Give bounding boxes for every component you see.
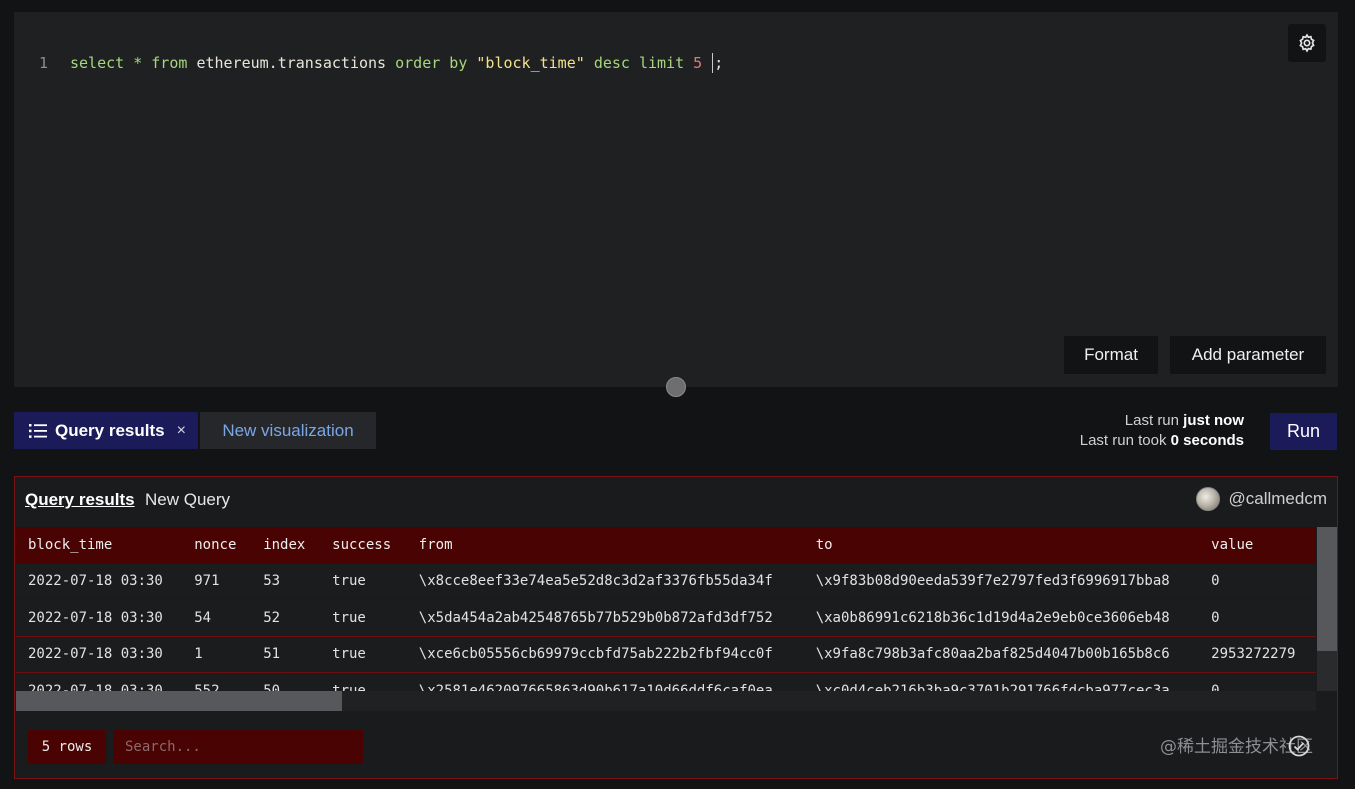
last-run-took-value: 0 seconds	[1170, 432, 1244, 449]
column-header-to[interactable]: to	[804, 527, 1199, 563]
sql-token: *	[133, 54, 143, 72]
sql-token: from	[151, 54, 188, 72]
author[interactable]: @callmedcm	[1195, 487, 1328, 511]
table-cell-block-time: 2022-07-18 03:30	[28, 573, 163, 590]
close-icon[interactable]: ×	[177, 422, 186, 440]
table-cell-block-time: 2022-07-18 03:30	[28, 609, 163, 626]
table-header-row: block_time nonce index success from to value	[16, 527, 1316, 563]
run-button[interactable]: Run	[1270, 413, 1337, 450]
sql-token: limit	[638, 54, 685, 72]
results-table-container[interactable]: block_time nonce index success from to value 2…	[16, 527, 1316, 691]
last-run-info: Last run just now Last run took 0 second…	[1080, 411, 1244, 451]
avatar	[1195, 487, 1220, 511]
tab-query-results-label: Query results	[55, 420, 165, 440]
table-row[interactable]: 2022-07-18 03:30 54 52 true \x5da454a2ab4254…	[16, 599, 1316, 636]
search-input[interactable]	[113, 730, 363, 764]
horizontal-scrollbar[interactable]	[16, 691, 1316, 711]
table-cell-success: true	[332, 646, 366, 663]
results-panel: Query results New Query @callmedcm block…	[14, 476, 1338, 779]
sql-token: "block_time"	[476, 54, 585, 72]
table-row[interactable]: 2022-07-18 03:30 1 51 true \xce6cb05556cb699…	[16, 636, 1316, 673]
horizontal-scrollbar-thumb[interactable]	[16, 691, 342, 711]
gear-icon	[1299, 33, 1315, 53]
editor-settings-button[interactable]	[1288, 24, 1326, 62]
table-row[interactable]: 2022-07-18 03:30 552 50 true \x2581e46209766…	[16, 672, 1316, 691]
table-cell-from: \xce6cb05556cb69979ccbfd75ab222b2fbf94cc…	[418, 646, 773, 663]
table-cell-value: 0	[1211, 609, 1220, 626]
table-cell-to: \x9fa8c798b3afc80aa2baf825d4047b00b165b8…	[815, 646, 1170, 663]
sql-editor[interactable]: 1 select * from ethereum.transactions ord…	[14, 12, 1338, 387]
vertical-scrollbar-thumb[interactable]	[1317, 527, 1337, 651]
column-header-value[interactable]: value	[1199, 527, 1316, 563]
table-cell-to: \xc0d4ceb216b3ba9c3701b291766fdcba977cec…	[815, 683, 1170, 691]
table-cell-from: \x5da454a2ab42548765b77b529b0b872afd3df7…	[418, 609, 773, 626]
code-line[interactable]: 1 select * from ethereum.transactions ord…	[14, 51, 723, 75]
table-row[interactable]: 2022-07-18 03:30 971 53 true \x8cce8eef33e74…	[16, 563, 1316, 600]
sql-code[interactable]: select * from ethereum.transactions orde…	[70, 54, 711, 72]
table-cell-value: 0	[1211, 573, 1220, 590]
vertical-scrollbar[interactable]	[1317, 527, 1337, 691]
table-cell-nonce: 1	[194, 646, 203, 663]
table-cell-success: true	[332, 683, 366, 691]
table-cell-to: \x9f83b08d90eeda539f7e2797fed3f6996917bb…	[815, 573, 1170, 590]
sql-token: ethereum.transactions	[196, 54, 387, 72]
results-title-link[interactable]: Query results	[25, 490, 135, 510]
check-circle-icon[interactable]	[1288, 735, 1310, 757]
text-cursor	[712, 53, 714, 73]
author-handle: @callmedcm	[1228, 489, 1328, 508]
table-cell-value: 0	[1211, 683, 1220, 691]
table-cell-index: 53	[263, 573, 281, 590]
results-table: block_time nonce index success from to value 2…	[16, 527, 1316, 691]
tab-new-visualization[interactable]: New visualization	[200, 412, 376, 449]
last-run-prefix: Last run	[1124, 412, 1184, 429]
table-body: 2022-07-18 03:30 971 53 true \x8cce8eef33e74…	[16, 563, 1316, 691]
last-run-value: just now	[1183, 412, 1244, 429]
sql-token: 5	[693, 54, 703, 72]
column-header-nonce[interactable]: nonce	[182, 527, 251, 563]
table-cell-success: true	[332, 609, 366, 626]
last-run-took-prefix: Last run took	[1079, 432, 1171, 449]
table-cell-nonce: 54	[194, 609, 212, 626]
tab-query-results[interactable]: Query results ×	[14, 412, 198, 449]
add-parameter-button[interactable]: Add parameter	[1170, 336, 1326, 374]
table-cell-nonce: 552	[194, 683, 220, 691]
sql-token: order by	[395, 54, 468, 72]
table-cell-block-time: 2022-07-18 03:30	[28, 646, 163, 663]
table-cell-index: 51	[263, 646, 281, 663]
format-button[interactable]: Format	[1064, 336, 1158, 374]
table-cell-nonce: 971	[194, 573, 220, 590]
editor-resize-handle[interactable]	[666, 377, 686, 397]
results-header: Query results New Query @callmedcm	[15, 477, 1337, 525]
line-number: 1	[38, 54, 48, 72]
column-header-index[interactable]: index	[251, 527, 320, 563]
column-header-success[interactable]: success	[320, 527, 407, 563]
last-run-line: Last run just now	[1080, 411, 1244, 431]
sql-token: select	[70, 54, 125, 72]
table-cell-from: \x2581e462097665863d90b617a10d66ddf6caf0…	[418, 683, 773, 691]
column-header-from[interactable]: from	[407, 527, 804, 563]
sql-token: desc	[593, 54, 630, 72]
sql-semicolon: ;	[714, 54, 724, 72]
table-cell-value: 2953272279	[1211, 646, 1296, 663]
table-cell-index: 52	[263, 609, 281, 626]
last-run-duration-line: Last run took 0 seconds	[1080, 431, 1244, 451]
list-icon	[29, 423, 47, 438]
query-name: New Query	[145, 490, 231, 509]
table-cell-success: true	[332, 573, 366, 590]
column-header-block-time[interactable]: block_time	[16, 527, 182, 563]
table-cell-from: \x8cce8eef33e74ea5e52d8c3d2af3376fb55da3…	[418, 573, 773, 590]
table-cell-index: 50	[263, 683, 281, 691]
table-cell-block-time: 2022-07-18 03:30	[28, 683, 163, 691]
rows-count-badge: 5 rows	[28, 730, 106, 764]
table-cell-to: \xa0b86991c6218b36c1d19d4a2e9eb0ce3606eb…	[815, 609, 1170, 626]
